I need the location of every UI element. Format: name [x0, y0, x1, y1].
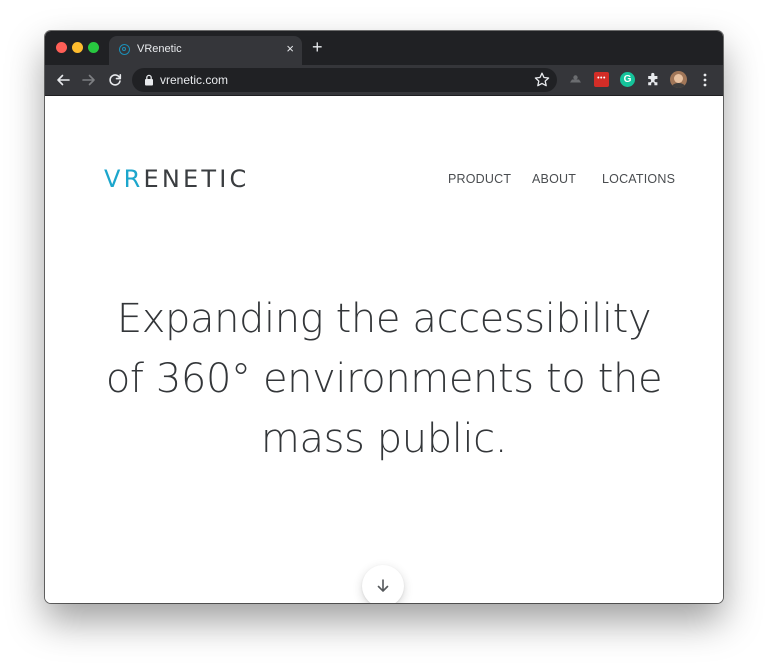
logo-vr: VR — [104, 165, 144, 193]
arrow-right-icon — [82, 74, 95, 86]
site-logo[interactable]: VRENETIC — [104, 165, 249, 193]
page-viewport: VRENETIC PRODUCT ABOUT LOCATIONS Expandi… — [45, 96, 723, 603]
hero-heading: Expanding the accessibility of 360° envi… — [84, 289, 684, 469]
more-menu-icon[interactable] — [698, 72, 712, 88]
puzzle-extensions-icon[interactable] — [646, 72, 661, 87]
nav-locations[interactable]: LOCATIONS — [602, 172, 675, 186]
tab-vrenetic[interactable]: VRenetic × — [109, 36, 302, 65]
back-button[interactable] — [54, 71, 72, 89]
reload-icon — [109, 74, 122, 86]
url-text: vrenetic.com — [160, 73, 229, 87]
hero-line: of 360° environments to the — [105, 356, 663, 402]
scroll-down-button[interactable] — [362, 565, 404, 603]
address-bar[interactable]: vrenetic.com — [132, 68, 557, 92]
reload-button[interactable] — [106, 71, 124, 89]
screenshot-stage: VRenetic × + vrenetic.com ••• G VRENETIC… — [0, 0, 768, 663]
lock-icon — [145, 74, 153, 86]
hero-line: Expanding the accessibility — [116, 296, 652, 342]
tab-close-button[interactable]: × — [286, 41, 294, 57]
star-icon[interactable] — [533, 71, 551, 89]
favicon-icon — [119, 44, 130, 55]
profile-avatar[interactable] — [670, 71, 687, 88]
logo-enetic: ENETIC — [143, 165, 250, 193]
lastpass-dots: ••• — [597, 75, 606, 82]
nav-about[interactable]: ABOUT — [532, 172, 576, 186]
window-minimize-button[interactable] — [72, 42, 83, 53]
browser-toolbar: vrenetic.com ••• G — [45, 65, 723, 96]
hero-line: mass public. — [260, 416, 508, 462]
new-tab-button[interactable]: + — [312, 38, 323, 56]
forward-button[interactable] — [80, 71, 98, 89]
browser-window: VRenetic × + vrenetic.com ••• G VRENETIC… — [45, 31, 723, 603]
window-close-button[interactable] — [56, 42, 67, 53]
tab-strip: VRenetic × + — [45, 31, 723, 65]
window-maximize-button[interactable] — [88, 42, 99, 53]
tab-title: VRenetic — [137, 43, 182, 55]
arrow-down-icon — [377, 579, 389, 592]
arrow-left-icon — [57, 74, 70, 86]
extension-cloud-icon[interactable] — [568, 72, 583, 87]
grammarly-letter: G — [623, 74, 632, 85]
grammarly-extension-icon[interactable]: G — [620, 72, 635, 87]
nav-product[interactable]: PRODUCT — [448, 172, 511, 186]
lastpass-extension-icon[interactable]: ••• — [594, 72, 609, 87]
